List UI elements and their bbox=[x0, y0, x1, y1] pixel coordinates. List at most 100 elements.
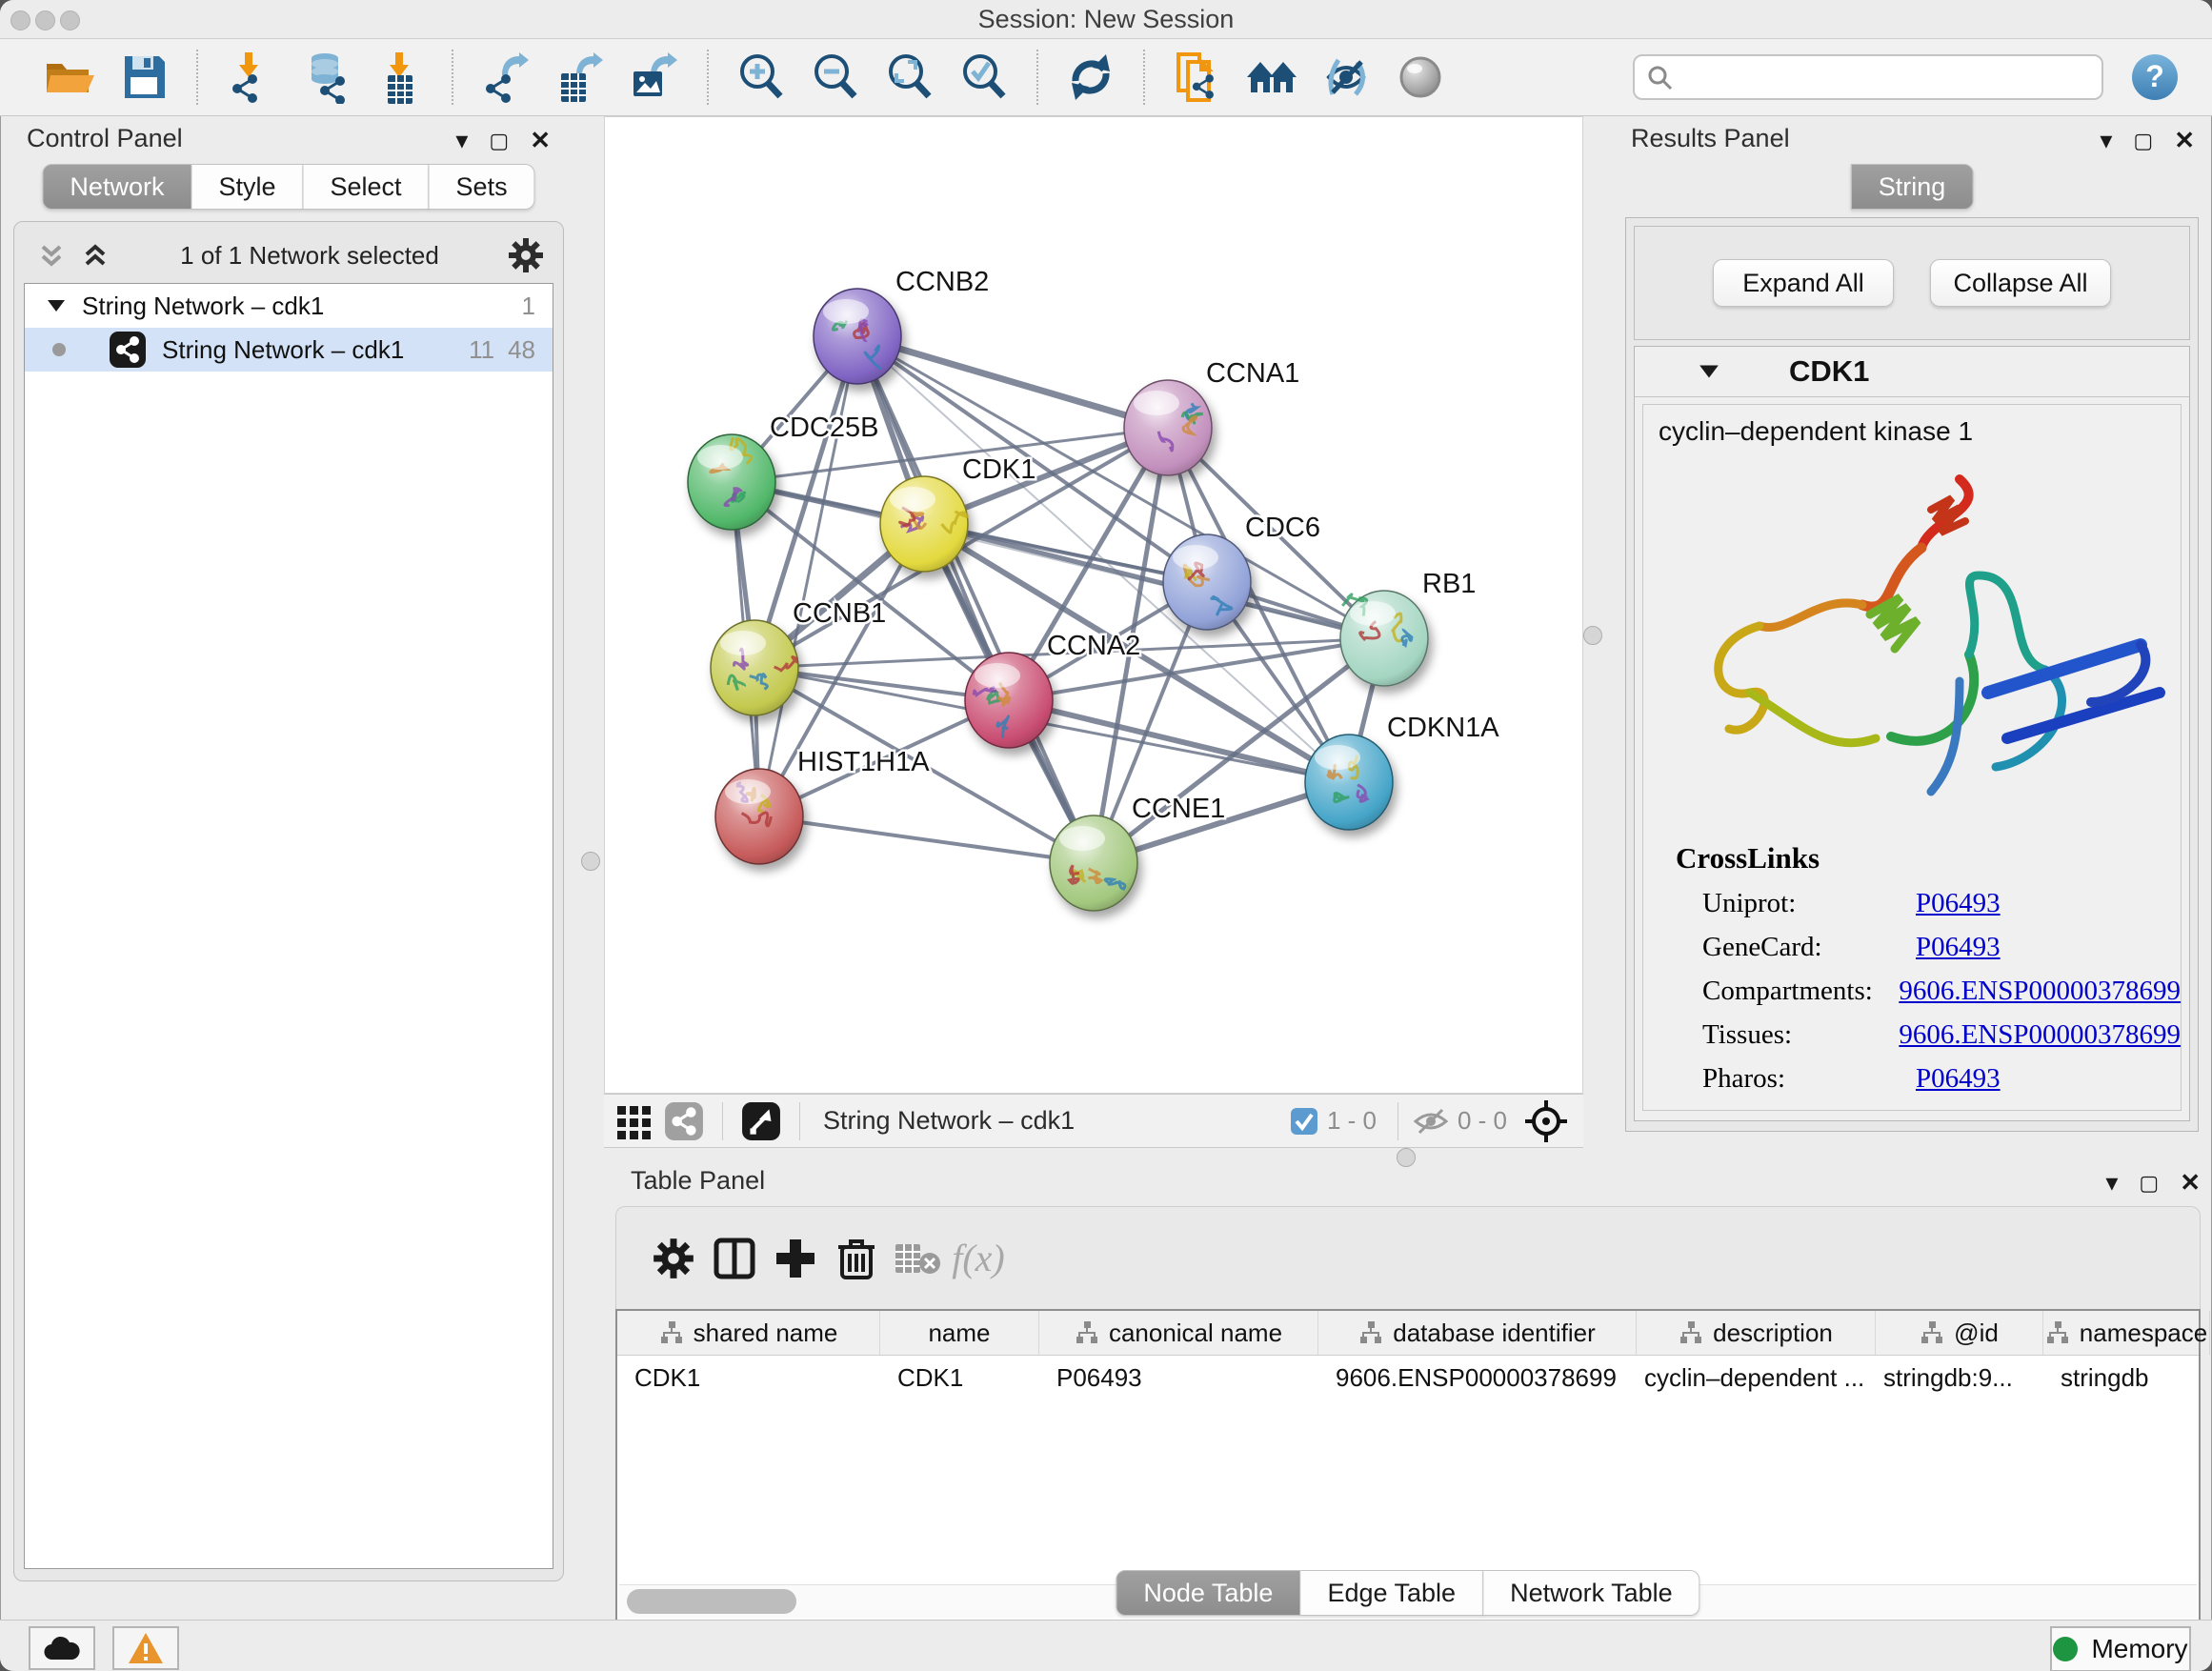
clone-network-button[interactable] bbox=[1170, 50, 1225, 105]
selected-checkbox-icon[interactable] bbox=[1289, 1106, 1319, 1137]
results-panel-float-menu-icon[interactable]: ▾ bbox=[2100, 126, 2112, 155]
edge-CCNB2-CCNE1[interactable] bbox=[857, 336, 1094, 863]
column-header-name[interactable]: name bbox=[880, 1311, 1039, 1355]
zoom-selected-button[interactable] bbox=[956, 50, 1012, 105]
edge-CCNB2-CCNA1[interactable] bbox=[857, 336, 1168, 428]
cell-namespace[interactable]: stringdb bbox=[2043, 1356, 2210, 1399]
hide-unhide-button[interactable] bbox=[1318, 50, 1374, 105]
network-tree-child-row[interactable]: String Network – cdk1 11 48 bbox=[25, 328, 553, 372]
table-settings-button[interactable] bbox=[643, 1228, 704, 1289]
zoom-out-button[interactable] bbox=[808, 50, 863, 105]
center-view-crosshair-icon[interactable] bbox=[1524, 1099, 1568, 1143]
node-CDC6[interactable] bbox=[1163, 534, 1251, 630]
tab-style[interactable]: Style bbox=[191, 164, 303, 210]
memory-button[interactable]: Memory bbox=[2050, 1626, 2191, 1671]
crosslink-link[interactable]: P06493 bbox=[1916, 1057, 2001, 1100]
cell-name[interactable]: CDK1 bbox=[880, 1356, 1039, 1399]
crosslink-link[interactable]: 9606.ENSP00000378699 bbox=[1899, 1013, 2181, 1057]
warning-button[interactable] bbox=[112, 1626, 179, 1670]
export-table-button[interactable] bbox=[553, 50, 608, 105]
control-panel-float-menu-icon[interactable]: ▾ bbox=[455, 126, 468, 155]
zoom-fit-button[interactable] bbox=[882, 50, 937, 105]
table-panel-float-menu-icon[interactable]: ▾ bbox=[2105, 1168, 2118, 1198]
node-CCNE1[interactable] bbox=[1050, 815, 1137, 911]
node-HIST1H1A[interactable] bbox=[715, 769, 803, 864]
hidden-eye-icon[interactable] bbox=[1412, 1106, 1450, 1137]
right-splitter-handle[interactable] bbox=[1583, 626, 1602, 645]
cloud-button[interactable] bbox=[29, 1626, 95, 1670]
cell-description[interactable]: cyclin–dependent ... bbox=[1637, 1356, 1876, 1399]
help-button[interactable]: ? bbox=[2130, 52, 2180, 102]
show-columns-button[interactable] bbox=[704, 1228, 765, 1289]
scrollbar-thumb[interactable] bbox=[627, 1589, 796, 1614]
node-CCNB2[interactable] bbox=[814, 289, 901, 384]
expand-all-button[interactable]: Expand All bbox=[1713, 259, 1894, 307]
expand-all-networks-icon[interactable] bbox=[79, 239, 111, 272]
results-panel-close-icon[interactable]: ✕ bbox=[2174, 126, 2195, 155]
node-CCNB1[interactable] bbox=[711, 620, 798, 715]
export-image-button[interactable] bbox=[627, 50, 682, 105]
column-header-database-identifier[interactable]: database identifier bbox=[1318, 1311, 1637, 1355]
tab-select[interactable]: Select bbox=[303, 164, 429, 210]
column-header-shared-name[interactable]: shared name bbox=[617, 1311, 880, 1355]
grid-view-icon[interactable] bbox=[610, 1091, 659, 1152]
section-collapse-icon[interactable] bbox=[1698, 360, 1720, 383]
toolbar-separator bbox=[452, 50, 453, 105]
gene-section-header[interactable]: CDK1 bbox=[1635, 347, 2189, 397]
tab-edge-table[interactable]: Edge Table bbox=[1300, 1570, 1483, 1616]
tab-sets[interactable]: Sets bbox=[430, 164, 535, 210]
table-row[interactable]: CDK1CDK1P064939606.ENSP00000378699cyclin… bbox=[617, 1356, 2199, 1399]
import-network-file-button[interactable] bbox=[223, 50, 278, 105]
search-input[interactable] bbox=[1633, 54, 2103, 100]
string-home-button[interactable] bbox=[1244, 50, 1299, 105]
crosslink-link[interactable]: P06493 bbox=[1916, 925, 2001, 969]
node-CCNA2[interactable] bbox=[965, 653, 1053, 748]
glass-ball-button[interactable] bbox=[1393, 50, 1448, 105]
tab-network-table[interactable]: Network Table bbox=[1483, 1570, 1700, 1616]
collapse-all-button[interactable]: Collapse All bbox=[1930, 259, 2111, 307]
edge-HIST1H1A-CCNE1[interactable] bbox=[759, 816, 1094, 863]
network-share-view-icon[interactable] bbox=[659, 1091, 709, 1152]
column-header-canonical-name[interactable]: canonical name bbox=[1039, 1311, 1318, 1355]
node-CDKN1A[interactable] bbox=[1305, 735, 1393, 830]
node-CCNA1[interactable] bbox=[1124, 380, 1212, 475]
control-panel-close-icon[interactable]: ✕ bbox=[530, 126, 551, 155]
cell-shared-name[interactable]: CDK1 bbox=[617, 1356, 880, 1399]
export-network-button[interactable] bbox=[478, 50, 533, 105]
network-tree-root-row[interactable]: String Network – cdk1 1 bbox=[25, 284, 553, 328]
column-header--id[interactable]: @id bbox=[1876, 1311, 2043, 1355]
refresh-view-button[interactable] bbox=[1063, 50, 1118, 105]
left-splitter-handle[interactable] bbox=[581, 852, 600, 871]
add-column-button[interactable] bbox=[765, 1228, 826, 1289]
table-panel-close-icon[interactable]: ✕ bbox=[2180, 1168, 2201, 1198]
crosslink-link[interactable]: P06493 bbox=[1916, 881, 2001, 925]
node-RB1[interactable] bbox=[1340, 591, 1428, 686]
tree-collapse-icon[interactable] bbox=[46, 295, 67, 316]
node-CDC25B[interactable] bbox=[688, 434, 775, 530]
results-panel-float-icon[interactable]: ▢ bbox=[2133, 129, 2153, 153]
tab-string[interactable]: String bbox=[1851, 164, 1974, 210]
control-panel-float-icon[interactable]: ▢ bbox=[489, 129, 509, 153]
tab-node-table[interactable]: Node Table bbox=[1116, 1570, 1300, 1616]
birds-eye-view-icon[interactable] bbox=[736, 1091, 786, 1152]
network-options-gear-icon[interactable] bbox=[508, 237, 544, 273]
column-header-description[interactable]: description bbox=[1637, 1311, 1876, 1355]
network-list-panel: 1 of 1 Network selected String Network –… bbox=[13, 221, 564, 1581]
edge-CCNB2-HIST1H1A[interactable] bbox=[759, 336, 857, 816]
delete-column-button[interactable] bbox=[826, 1228, 887, 1289]
import-table-file-button[interactable] bbox=[372, 50, 427, 105]
cell--id[interactable]: stringdb:9... bbox=[1876, 1356, 2043, 1399]
zoom-in-button[interactable] bbox=[734, 50, 789, 105]
collapse-all-networks-icon[interactable] bbox=[35, 239, 68, 272]
crosslink-link[interactable]: 9606.ENSP00000378699 bbox=[1899, 969, 2181, 1013]
open-session-button[interactable] bbox=[42, 50, 97, 105]
cell-database-identifier[interactable]: 9606.ENSP00000378699 bbox=[1318, 1356, 1637, 1399]
save-session-button[interactable] bbox=[116, 50, 171, 105]
tab-network[interactable]: Network bbox=[42, 164, 191, 210]
cell-canonical-name[interactable]: P06493 bbox=[1039, 1356, 1318, 1399]
column-header-namespace[interactable]: namespace bbox=[2043, 1311, 2210, 1355]
import-network-database-button[interactable] bbox=[297, 50, 352, 105]
table-panel-float-icon[interactable]: ▢ bbox=[2139, 1171, 2159, 1196]
network-canvas[interactable]: CCNB2CCNA1CDC25BCDK1CDC6RB1CCNB1CCNA2CDK… bbox=[604, 116, 1583, 1094]
node-CDK1[interactable] bbox=[880, 476, 968, 572]
